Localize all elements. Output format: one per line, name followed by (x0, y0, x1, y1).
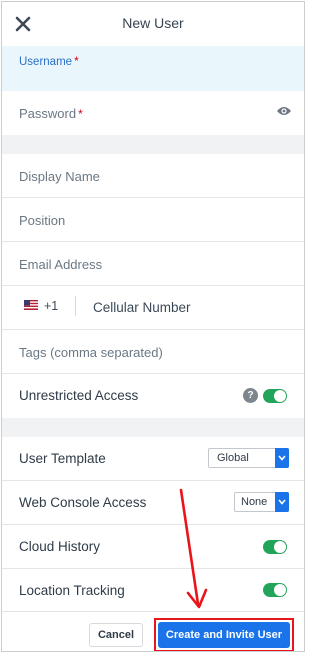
unrestricted-access-label: Unrestricted Access (19, 388, 139, 403)
user-template-select[interactable]: Global (208, 448, 289, 468)
cellular-number-input[interactable]: Cellular Number (93, 300, 191, 315)
password-label: Password * (19, 106, 83, 121)
location-tracking-row: Location Tracking (2, 569, 304, 611)
tags-field[interactable]: Tags (comma separated) (2, 330, 304, 374)
email-placeholder: Email Address (19, 257, 103, 272)
position-field[interactable]: Position (2, 198, 304, 242)
phone-field: +1 Cellular Number (2, 286, 304, 330)
cloud-history-row: Cloud History (2, 525, 304, 569)
help-icon[interactable]: ? (243, 388, 258, 403)
display-name-field[interactable]: Display Name (2, 154, 304, 198)
annotation-highlight-box: Create and Invite User (154, 618, 294, 651)
cloud-history-toggle[interactable] (263, 540, 287, 554)
create-and-invite-user-button[interactable]: Create and Invite User (158, 622, 290, 648)
username-field[interactable]: Username * (2, 46, 304, 91)
user-template-value: Global (217, 452, 249, 464)
chevron-down-icon (275, 492, 289, 512)
web-console-access-label: Web Console Access (19, 495, 147, 510)
location-tracking-label: Location Tracking (19, 583, 125, 598)
position-placeholder: Position (19, 213, 66, 228)
us-flag-icon[interactable] (24, 300, 38, 310)
cloud-history-label: Cloud History (19, 539, 101, 554)
unrestricted-access-row: Unrestricted Access ? (2, 374, 304, 418)
web-console-access-select[interactable]: None (234, 492, 289, 512)
display-name-placeholder: Display Name (19, 169, 100, 184)
country-code[interactable]: +1 (44, 299, 58, 313)
new-user-dialog: New User Username * Password * Display Nam… (1, 1, 305, 652)
eye-icon[interactable] (276, 105, 292, 117)
password-field[interactable]: Password * (2, 91, 304, 135)
tags-placeholder: Tags (comma separated) (19, 345, 163, 360)
username-label: Username * (19, 54, 79, 68)
dialog-footer: Cancel Create and Invite User (2, 611, 304, 651)
web-console-access-value: None (241, 496, 268, 508)
email-field[interactable]: Email Address (2, 242, 304, 286)
web-console-access-row: Web Console Access None (2, 481, 304, 525)
location-tracking-toggle[interactable] (263, 583, 287, 597)
user-template-label: User Template (19, 451, 106, 466)
dialog-header: New User (2, 2, 304, 46)
user-template-row: User Template Global (2, 437, 304, 481)
chevron-down-icon (275, 448, 289, 468)
cancel-button[interactable]: Cancel (89, 623, 143, 647)
dialog-title: New User (122, 15, 184, 31)
unrestricted-access-toggle[interactable] (263, 389, 287, 403)
phone-divider (75, 296, 76, 316)
